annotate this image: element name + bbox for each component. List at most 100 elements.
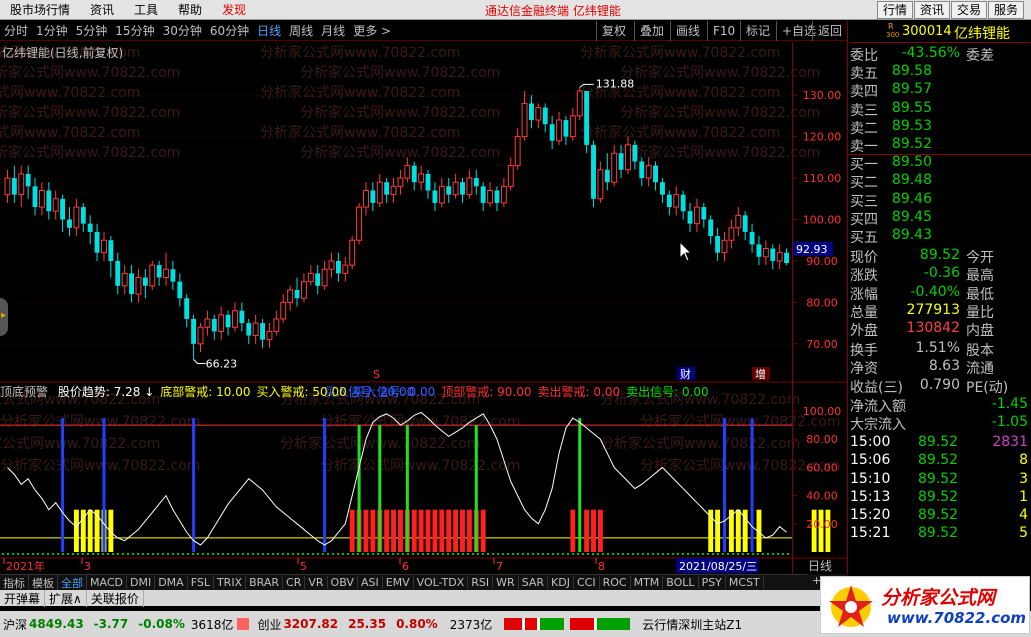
period-tab[interactable]: 分时 (0, 22, 32, 39)
sell-level-row[interactable]: 卖四 89.57 (848, 81, 1031, 100)
signal-dot (662, 553, 664, 555)
indicator-tab[interactable]: DMI (127, 576, 156, 589)
buy-level-row[interactable]: 买三 89.46 (848, 191, 1031, 210)
stat-row[interactable]: 换手 1.51% 股本 (848, 340, 1031, 359)
sell-level-row[interactable]: 卖五 89.58 (848, 63, 1031, 82)
indicator-tab[interactable]: 模板 (29, 574, 58, 591)
menu-item-discover[interactable]: 发现 (212, 1, 256, 18)
flow-row[interactable]: 大宗流入 -1.05 (848, 414, 1031, 433)
period-tab[interactable]: 月线 (317, 22, 349, 39)
gridline-dot (176, 260, 177, 262)
indicator-tab[interactable]: 指标 (0, 574, 29, 591)
indicator-tab[interactable]: WR (493, 576, 519, 589)
quote-button[interactable]: 行情 (877, 1, 914, 19)
weibi-row[interactable]: 委比 -43.56% 委差 (848, 45, 1031, 64)
gridline-dot (668, 136, 669, 138)
indicator-tab[interactable]: CR (283, 576, 306, 589)
indicator-tab[interactable]: FSL (188, 576, 214, 589)
indicator-bar (398, 509, 403, 552)
gridline-dot (552, 343, 553, 345)
stat-row[interactable]: 外盘 130842 内盘 (848, 320, 1031, 339)
indicator-tab[interactable]: CCI (574, 576, 600, 589)
indicator-tab[interactable]: OBV (328, 576, 358, 589)
period-tab[interactable]: 30分钟 (159, 22, 206, 39)
period-more[interactable]: 更多 > (349, 22, 395, 39)
buy-level-row[interactable]: 买二 89.48 (848, 172, 1031, 191)
draw-button[interactable]: 画线 (670, 21, 705, 41)
indicator-tab[interactable]: ASI (358, 576, 383, 589)
sell-level-row[interactable]: 卖一 89.52 (848, 136, 1031, 155)
gridline-dot (432, 136, 433, 138)
indicator-tab[interactable]: KDJ (548, 576, 574, 589)
buy-level-row[interactable]: 买四 89.45 (848, 209, 1031, 228)
sell-level-row[interactable]: 卖三 89.55 (848, 100, 1031, 119)
server-status[interactable]: 云行情深圳主站Z1 (642, 616, 742, 633)
signal-dot (362, 553, 364, 555)
period-tab[interactable]: 5分钟 (72, 22, 112, 39)
signal-dot (732, 553, 734, 555)
left-panel-toggle[interactable]: ▸ (0, 298, 8, 336)
restore-rights-button[interactable]: 复权 (596, 21, 631, 41)
f10-button[interactable]: F10 (707, 21, 740, 41)
stat-row[interactable]: 净资 8.63 流通 (848, 358, 1031, 377)
gridline-dot (304, 260, 305, 262)
indicator-tab[interactable]: TRIX (214, 576, 247, 589)
period-tab[interactable]: 15分钟 (111, 22, 158, 39)
gridline-dot (400, 136, 401, 138)
sell-level-row[interactable]: 卖二 89.53 (848, 118, 1031, 137)
indicator-tab[interactable]: PSY (699, 576, 726, 589)
expand-button[interactable]: 扩展∧ (45, 589, 87, 607)
menu-item-market[interactable]: 股市场行情 (0, 1, 80, 18)
indicator-tab[interactable]: MACD (87, 576, 127, 589)
service-button[interactable]: 服务 (988, 1, 1025, 19)
back-button[interactable]: 返回 (812, 21, 847, 41)
gridline-dot (296, 136, 297, 138)
period-tab[interactable]: 周线 (285, 22, 317, 39)
indicator-tab[interactable]: MTM (631, 576, 664, 589)
period-tab[interactable]: 60分钟 (206, 22, 253, 39)
menu-item-help[interactable]: 帮助 (168, 1, 212, 18)
gridline-dot (96, 302, 97, 304)
trade-button[interactable]: 交易 (951, 1, 988, 19)
sh-index-name[interactable]: 沪深 (3, 616, 27, 633)
gridline-dot (364, 260, 365, 262)
indicator-tab[interactable]: SAR (519, 576, 549, 589)
cy-index-name[interactable]: 创业 (257, 616, 281, 633)
overlay-button[interactable]: 叠加 (634, 21, 669, 41)
period-tab[interactable]: 1分钟 (32, 22, 72, 39)
stat-row[interactable]: 涨跌 -0.36 最高 (848, 265, 1031, 284)
gridline-dot (488, 95, 489, 97)
stat-row[interactable]: 总量 277913 量比 (848, 302, 1031, 321)
chart-area[interactable]: 分析家公式网www.70822.com分析家公式网www.70822.com分析… (0, 42, 848, 574)
flow-row[interactable]: 净流入额 -1.45 (848, 396, 1031, 415)
indicator-tab[interactable]: RSI (468, 576, 494, 589)
menu-item-info[interactable]: 资讯 (80, 1, 124, 18)
indicator-tab[interactable]: MCST (726, 576, 764, 589)
indicator-tab[interactable]: BOLL (663, 576, 699, 589)
indicator-tab[interactable]: VR (305, 576, 328, 589)
signal-dot (592, 553, 594, 555)
indicator-tab[interactable]: VOL-TDX (414, 576, 469, 589)
gridline-dot (436, 136, 437, 138)
indicator-tab[interactable]: DMA (155, 576, 188, 589)
gridline-dot (236, 343, 237, 345)
related-quote-button[interactable]: 关联报价 (87, 589, 144, 607)
gridline-dot (744, 95, 745, 97)
news-button[interactable]: 资讯 (914, 1, 951, 19)
danmaku-toggle[interactable]: 开弹幕 (0, 589, 46, 607)
indicator-tab[interactable]: EMV (383, 576, 414, 589)
buy-level-row[interactable]: 买五 89.43 (848, 227, 1031, 246)
indicator-tab[interactable]: 全部 (58, 574, 87, 591)
tick-price: 89.52 (918, 525, 959, 542)
stat-row[interactable]: 涨幅 -0.40% 最低 (848, 284, 1031, 303)
stat-row[interactable]: 现价 89.52 今开 (848, 247, 1031, 266)
buy-level-row[interactable]: 买一 89.50 (848, 154, 1031, 173)
menu-item-tools[interactable]: 工具 (124, 1, 168, 18)
gridline-dot (176, 95, 177, 97)
indicator-tab[interactable]: ROC (600, 576, 631, 589)
period-tab-daily[interactable]: 日线 (253, 22, 285, 39)
signal-dot (397, 553, 399, 555)
mark-button[interactable]: 标记 (740, 21, 775, 41)
stat-row[interactable]: 收益(三) 0.790 PE(动) (848, 377, 1031, 396)
indicator-tab[interactable]: BRAR (246, 576, 284, 589)
